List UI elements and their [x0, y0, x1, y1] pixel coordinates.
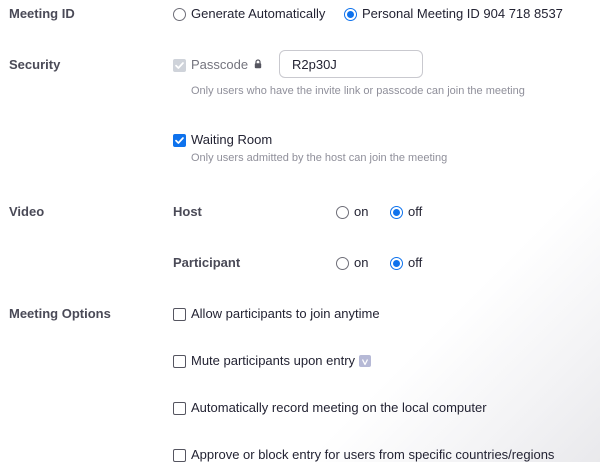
host-video-label: Host: [173, 204, 202, 219]
auto-record-local-label[interactable]: Automatically record meeting on the loca…: [191, 400, 487, 415]
host-video-on-radio[interactable]: [336, 206, 349, 219]
video-label: Video: [9, 204, 45, 219]
participant-video-on-label[interactable]: on: [354, 255, 368, 270]
meeting-settings-page: Meeting ID Generate Automatically Person…: [0, 0, 600, 462]
mute-upon-entry-checkbox[interactable]: [173, 355, 186, 368]
approve-block-countries-label[interactable]: Approve or block entry for users from sp…: [191, 447, 554, 462]
lock-icon: [254, 59, 262, 69]
security-label: Security: [9, 57, 61, 72]
meeting-options-label: Meeting Options: [9, 306, 111, 321]
passcode-label: Passcode: [191, 57, 249, 72]
participant-video-off-label[interactable]: off: [408, 255, 422, 270]
passcode-checkbox[interactable]: [173, 59, 186, 72]
mute-upon-entry-label[interactable]: Mute participants upon entry: [191, 353, 355, 368]
generate-automatically-label[interactable]: Generate Automatically: [191, 6, 325, 21]
generate-automatically-radio[interactable]: [173, 8, 186, 21]
waiting-room-checkbox[interactable]: [173, 134, 186, 147]
auto-record-local-checkbox[interactable]: [173, 402, 186, 415]
passcode-input[interactable]: [279, 50, 423, 78]
checkmark-icon: [175, 62, 184, 69]
host-video-on-label[interactable]: on: [354, 204, 368, 219]
participant-video-off-radio[interactable]: [390, 257, 403, 270]
upgrade-info-icon[interactable]: [359, 355, 371, 367]
join-anytime-checkbox[interactable]: [173, 308, 186, 321]
approve-block-countries-checkbox[interactable]: [173, 449, 186, 462]
personal-meeting-id-radio[interactable]: [344, 8, 357, 21]
participant-video-on-radio[interactable]: [336, 257, 349, 270]
passcode-hint: Only users who have the invite link or p…: [191, 85, 525, 97]
waiting-room-label[interactable]: Waiting Room: [191, 132, 272, 147]
meeting-id-label: Meeting ID: [9, 6, 75, 21]
waiting-room-hint: Only users admitted by the host can join…: [191, 152, 448, 164]
participant-video-label: Participant: [173, 255, 241, 270]
host-video-off-radio[interactable]: [390, 206, 403, 219]
checkmark-icon: [175, 137, 184, 144]
personal-meeting-id-label[interactable]: Personal Meeting ID 904 718 8537: [362, 6, 563, 21]
join-anytime-label[interactable]: Allow participants to join anytime: [191, 306, 380, 321]
host-video-off-label[interactable]: off: [408, 204, 422, 219]
